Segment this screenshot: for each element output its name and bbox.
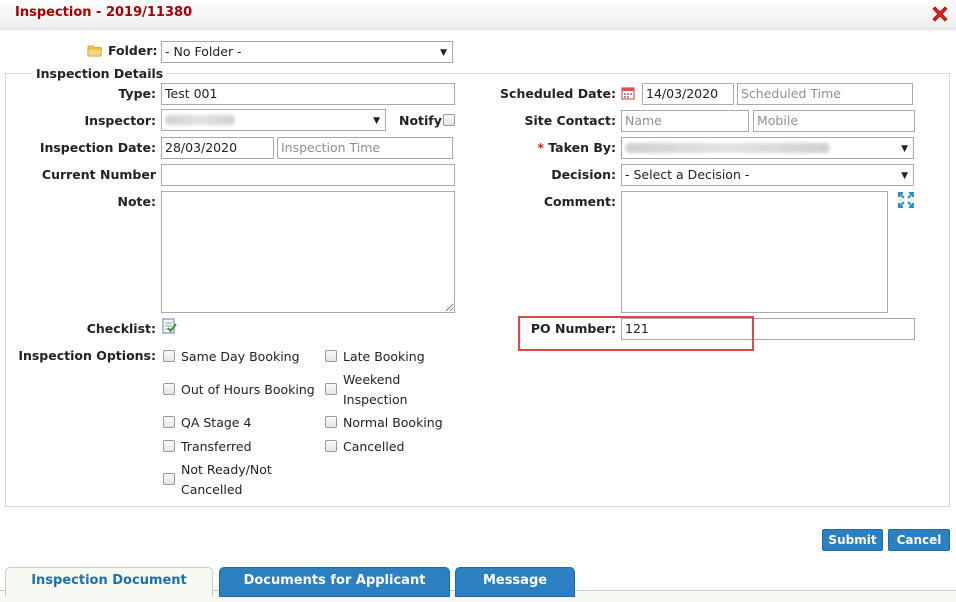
scheduled-date-label: Scheduled Date: (500, 86, 616, 101)
notify-label: Notify (399, 113, 442, 128)
chevron-down-icon: ▼ (440, 48, 447, 58)
weekend-inspection-label-line1: Weekend (343, 372, 401, 387)
inspection-time-field[interactable]: Inspection Time (277, 137, 453, 159)
current-number-label: Current Number (41, 167, 156, 182)
expand-icon[interactable] (897, 191, 915, 212)
close-icon[interactable] (930, 4, 950, 24)
folder-select[interactable]: - No Folder - ▼ (161, 41, 453, 63)
normal-booking-label: Normal Booking (343, 415, 443, 430)
scheduled-time-field[interactable]: Scheduled Time (737, 83, 913, 105)
required-marker: * (537, 140, 544, 155)
tab-message[interactable]: Message (455, 567, 575, 597)
qa-stage-4-label: QA Stage 4 (181, 415, 252, 430)
cancel-button[interactable]: Cancel (888, 529, 950, 551)
calendar-icon[interactable] (621, 86, 635, 103)
inspection-date-field[interactable]: 28/03/2020 (161, 137, 274, 159)
note-label: Note: (117, 194, 156, 209)
tab-documents-for-applicant[interactable]: Documents for Applicant (219, 567, 450, 597)
qa-stage-4-checkbox[interactable] (163, 416, 175, 428)
site-contact-label: Site Contact: (524, 113, 616, 128)
notify-checkbox[interactable] (443, 114, 455, 126)
site-contact-name-field[interactable]: Name (621, 110, 749, 132)
not-ready-not-cancelled-label-line1: Not Ready/Not (181, 462, 272, 477)
decision-select[interactable]: - Select a Decision - ▼ (621, 164, 914, 186)
po-number-highlight (518, 316, 754, 351)
checklist-icon[interactable] (161, 318, 177, 337)
scheduled-date-field[interactable]: 14/03/2020 (642, 83, 734, 105)
inspection-options-label: Inspection Options: (18, 348, 156, 363)
checklist-label: Checklist: (86, 321, 156, 336)
out-of-hours-booking-label: Out of Hours Booking (181, 382, 315, 397)
decision-label: Decision: (551, 167, 616, 182)
folder-icon (87, 44, 103, 60)
taken-by-value-redacted (625, 143, 830, 153)
weekend-inspection-checkbox[interactable] (325, 383, 337, 395)
chevron-down-icon: ▼ (373, 116, 380, 126)
taken-by-select[interactable]: ▼ (621, 137, 914, 159)
inspection-date-label: Inspection Date: (39, 140, 156, 155)
cancelled-label: Cancelled (343, 439, 405, 454)
not-ready-not-cancelled-checkbox[interactable] (163, 473, 175, 485)
note-textarea[interactable] (161, 191, 455, 313)
inspector-select[interactable]: ▼ (161, 109, 386, 131)
same-day-booking-label: Same Day Booking (181, 349, 300, 364)
transferred-label: Transferred (181, 439, 252, 454)
inspector-value-redacted (165, 115, 235, 125)
decision-select-value: - Select a Decision - (625, 167, 750, 182)
late-booking-checkbox[interactable] (325, 350, 337, 362)
folder-label: Folder: (108, 43, 158, 58)
late-booking-label: Late Booking (343, 349, 425, 364)
current-number-field[interactable] (161, 164, 455, 186)
cancelled-checkbox[interactable] (325, 440, 337, 452)
not-ready-not-cancelled-label-line2: Cancelled (181, 482, 243, 497)
transferred-checkbox[interactable] (163, 440, 175, 452)
dialog-title: Inspection - 2019/11380 (15, 5, 193, 20)
submit-button[interactable]: Submit (822, 529, 883, 551)
tab-inspection-document[interactable]: Inspection Document (5, 567, 213, 597)
type-label: Type: (118, 86, 156, 101)
weekend-inspection-label-line2: Inspection (343, 392, 408, 407)
chevron-down-icon: ▼ (901, 144, 908, 154)
folder-select-value: - No Folder - (165, 44, 242, 59)
taken-by-label-text: Taken By: (548, 140, 616, 155)
comment-textarea[interactable] (621, 191, 888, 313)
inspector-label: Inspector: (84, 113, 156, 128)
site-contact-mobile-field[interactable]: Mobile (753, 110, 915, 132)
out-of-hours-booking-checkbox[interactable] (163, 383, 175, 395)
comment-label: Comment: (543, 194, 616, 209)
chevron-down-icon: ▼ (901, 171, 908, 181)
normal-booking-checkbox[interactable] (325, 416, 337, 428)
taken-by-label: * Taken By: (537, 140, 616, 155)
type-field[interactable]: Test 001 (161, 83, 455, 105)
same-day-booking-checkbox[interactable] (163, 350, 175, 362)
inspection-details-legend: Inspection Details (36, 66, 164, 81)
